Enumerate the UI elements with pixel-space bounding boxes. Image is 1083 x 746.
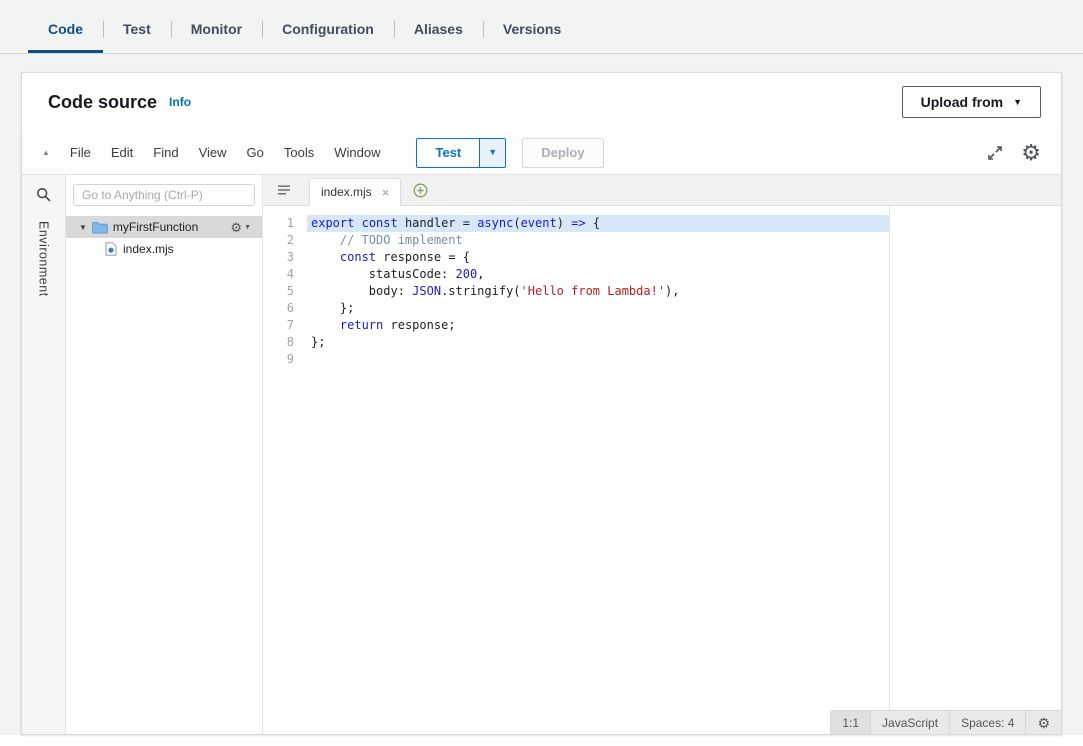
test-split-button: Test ▼	[416, 138, 506, 168]
fullscreen-icon[interactable]	[987, 145, 1003, 161]
indentation-setting[interactable]: Spaces: 4	[949, 711, 1025, 734]
menu-go[interactable]: Go	[237, 139, 274, 166]
environment-strip: Environment	[22, 175, 66, 734]
editor-tabstrip: index.mjs ×	[263, 175, 1061, 206]
editor-tab-index-mjs[interactable]: index.mjs ×	[309, 178, 401, 206]
page-title: Code source	[48, 92, 157, 113]
code-source-panel: Code source Info Upload from ▼ ▲ File Ed…	[21, 72, 1062, 735]
tab-list-icon[interactable]	[271, 175, 297, 205]
editor-tab-label: index.mjs	[321, 185, 372, 199]
folder-icon	[92, 221, 108, 234]
editor-workspace: Environment ▼ myFirstFunction ⚙	[22, 175, 1061, 734]
code-editor: index.mjs × 123456789 export const handl…	[263, 175, 1061, 734]
editor-settings-gear-icon[interactable]: ⚙	[1021, 142, 1041, 164]
gear-icon: ⚙	[1037, 716, 1050, 730]
editor-menubar: ▲ File Edit Find View Go Tools Window Te…	[22, 131, 1061, 175]
language-mode[interactable]: JavaScript	[870, 711, 949, 734]
disclosure-caret-icon[interactable]: ▼	[79, 223, 87, 232]
menu-find[interactable]: Find	[143, 139, 188, 166]
menu-window[interactable]: Window	[324, 139, 390, 166]
print-margin-ruler	[889, 206, 890, 734]
chevron-down-icon: ▼	[1013, 98, 1022, 107]
goto-anything-row	[66, 175, 262, 214]
tree-item-folder[interactable]: ▼ myFirstFunction ⚙ ▼	[66, 216, 262, 238]
code-lines: export const handler = async(event) => {…	[307, 215, 680, 368]
collapse-pane-icon[interactable]: ▲	[42, 148, 50, 157]
add-tab-icon[interactable]	[413, 183, 428, 198]
chevron-down-icon: ▼	[488, 148, 497, 157]
tab-configuration[interactable]: Configuration	[262, 6, 394, 53]
menu-edit[interactable]: Edit	[101, 139, 143, 166]
deploy-button[interactable]: Deploy	[522, 138, 603, 168]
statusbar-settings-button[interactable]: ⚙	[1025, 711, 1061, 734]
environment-tab[interactable]: Environment	[37, 221, 51, 297]
lambda-console-screen: Code Test Monitor Configuration Aliases …	[0, 0, 1083, 746]
upload-from-button[interactable]: Upload from ▼	[902, 86, 1041, 118]
test-button[interactable]: Test	[417, 139, 479, 167]
folder-label: myFirstFunction	[113, 220, 198, 234]
tab-versions[interactable]: Versions	[483, 6, 581, 53]
tab-monitor[interactable]: Monitor	[171, 6, 262, 53]
function-tabs-bar: Code Test Monitor Configuration Aliases …	[0, 6, 1083, 54]
tree-item-file[interactable]: index.mjs	[66, 238, 262, 260]
menu-file[interactable]: File	[60, 139, 101, 166]
goto-anything-input[interactable]	[73, 184, 255, 206]
upload-from-label: Upload from	[921, 94, 1003, 110]
tab-aliases[interactable]: Aliases	[394, 6, 483, 53]
file-label: index.mjs	[123, 242, 174, 256]
menu-view[interactable]: View	[189, 139, 237, 166]
gear-icon: ⚙	[230, 221, 242, 234]
tab-test[interactable]: Test	[103, 6, 171, 53]
tree-settings-button[interactable]: ⚙ ▼	[230, 221, 251, 234]
file-tree: ▼ myFirstFunction ⚙ ▼	[66, 214, 262, 260]
search-icon[interactable]	[22, 175, 65, 215]
info-link[interactable]: Info	[169, 95, 191, 109]
test-dropdown-button[interactable]: ▼	[479, 139, 505, 167]
file-icon	[105, 242, 117, 256]
file-tree-panel: ▼ myFirstFunction ⚙ ▼	[66, 175, 263, 734]
menu-tools[interactable]: Tools	[274, 139, 324, 166]
chevron-down-icon: ▼	[244, 224, 251, 231]
close-icon[interactable]: ×	[382, 186, 390, 199]
code-textarea[interactable]: 123456789 export const handler = async(e…	[263, 206, 1061, 734]
cursor-position[interactable]: 1:1	[831, 711, 870, 734]
gutter[interactable]: 123456789	[263, 215, 307, 368]
tab-code[interactable]: Code	[28, 6, 103, 53]
editor-statusbar: 1:1 JavaScript Spaces: 4 ⚙	[830, 710, 1061, 734]
code-source-header: Code source Info Upload from ▼	[22, 73, 1061, 131]
